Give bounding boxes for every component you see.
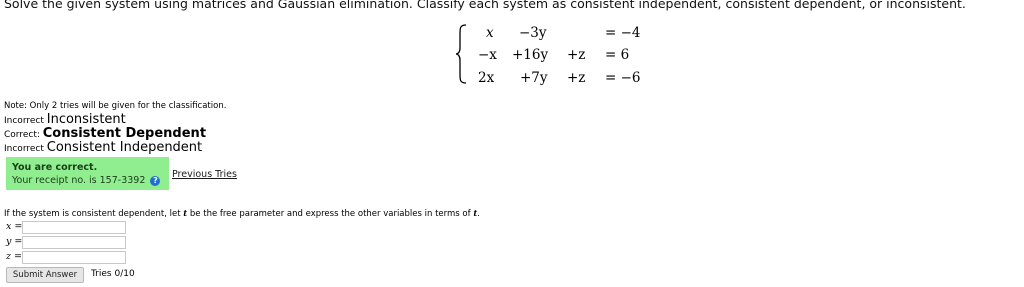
system-r2-c2: +16y [512, 47, 549, 63]
classification-row-consistent-independent: Incorrect Consistent Independent [4, 140, 202, 155]
classification-row-consistent-dependent: Correct: Consistent Dependent [4, 126, 206, 141]
classification-status: Incorrect [4, 116, 44, 126]
system-r2-c3: +z [567, 47, 586, 63]
z-label: z = [6, 251, 22, 262]
previous-tries-link[interactable]: Previous Tries [172, 169, 237, 180]
instructions-middle: be the free parameter and express the ot… [187, 209, 474, 219]
classification-option: Consistent Independent [46, 140, 203, 155]
system-brace [455, 24, 467, 84]
correct-message: You are correct. [12, 162, 98, 173]
x-label: x = [6, 221, 23, 232]
system-r3-c4: = −6 [605, 70, 641, 86]
tries-counter: Tries 0/10 [91, 269, 135, 279]
system-r2-c1: −x [478, 47, 497, 63]
question-text: Solve the given system using matrices an… [4, 0, 966, 11]
correct-receipt-box: You are correct. Your receipt no. is 157… [6, 157, 169, 190]
x-input[interactable] [22, 221, 126, 234]
y-label: y = [6, 236, 23, 247]
receipt-line: Your receipt no. is 157-3392 ? [12, 175, 161, 186]
system-r3-c2: +7y [520, 70, 548, 86]
system-r3-c1: 2x [478, 70, 495, 86]
instructions-after: . [477, 209, 480, 219]
classification-option: Consistent Dependent [42, 126, 207, 141]
y-input[interactable] [22, 236, 126, 249]
tries-note: Note: Only 2 tries will be given for the… [4, 101, 227, 111]
receipt-text: Your receipt no. is 157-3392 [12, 175, 146, 186]
classification-status: Correct: [4, 130, 40, 140]
classification-status: Incorrect [4, 144, 44, 154]
help-icon[interactable]: ? [150, 175, 161, 186]
system-r3-c3: +z [567, 70, 586, 86]
submit-answer-button[interactable]: Submit Answer [6, 267, 84, 283]
system-r1-c2: −3y [519, 25, 547, 41]
system-r1-c1: x [486, 25, 494, 41]
instructions-before: If the system is consistent dependent, l… [4, 209, 184, 219]
z-input[interactable] [22, 251, 126, 264]
classification-option: Inconsistent [46, 112, 126, 127]
system-r1-c4: = −4 [605, 25, 641, 41]
system-r2-c4: = 6 [605, 47, 630, 63]
instructions-text: If the system is consistent dependent, l… [4, 209, 480, 219]
classification-row-inconsistent: Incorrect Inconsistent [4, 112, 126, 127]
